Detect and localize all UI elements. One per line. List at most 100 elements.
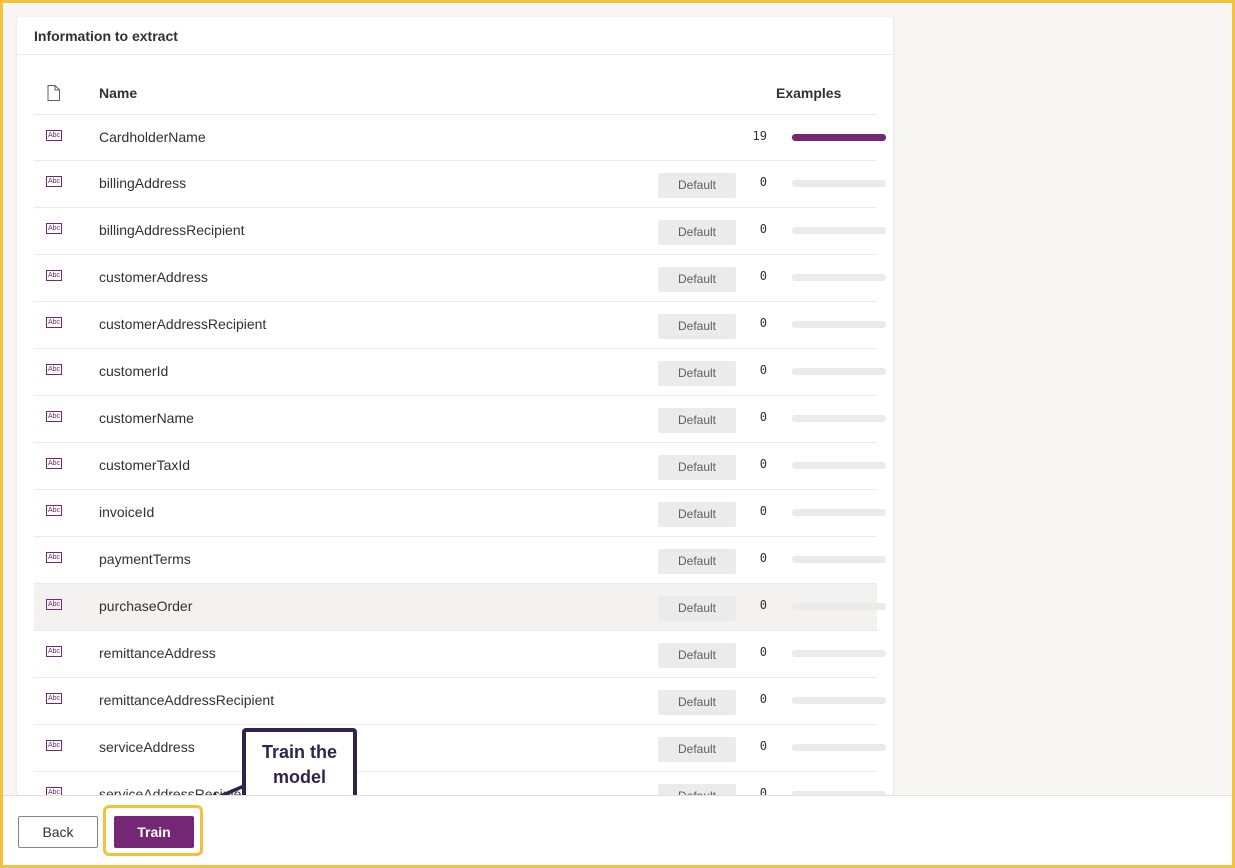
column-header-name[interactable]: Name [99,85,137,101]
examples-count: 0 [759,457,767,471]
examples-progress-bar [792,415,886,422]
text-field-icon: Abc [46,693,62,704]
table-row[interactable]: Abc customerTaxId Default 0 [34,443,886,490]
table-row[interactable]: Abc paymentTerms Default 0 [34,537,886,584]
text-field-icon: Abc [46,270,62,281]
examples-progress-bar [792,603,886,610]
examples-count: 0 [759,410,767,424]
examples-progress-bar [792,134,886,141]
default-badge: Default [658,173,736,198]
field-name: customerTaxId [99,457,191,473]
text-field-icon: Abc [46,646,62,657]
callout-line-2: model [272,767,326,787]
examples-count: 0 [759,504,767,518]
field-name: paymentTerms [99,551,191,567]
examples-count: 0 [759,316,767,330]
table-row[interactable]: Abc remittanceAddressRecipient Default 0 [34,678,886,725]
back-button[interactable]: Back [18,816,98,848]
table-row[interactable]: Abc serviceAddress Default 0 [34,725,886,772]
text-field-icon: Abc [46,130,62,141]
table-row[interactable]: Abc customerName Default 0 [34,396,886,443]
text-field-icon: Abc [46,787,62,795]
train-button[interactable]: Train [114,816,194,848]
panel-title: Information to extract [17,17,893,55]
examples-count: 0 [759,222,767,236]
table-row[interactable]: AbcserviceAddressRecipientDefault0 [34,772,886,795]
examples-count: 0 [759,739,767,753]
table-row[interactable]: Abc customerId Default 0 [34,349,886,396]
document-icon [47,85,60,106]
text-field-icon: Abc [46,223,62,234]
examples-progress-bar [792,462,886,469]
examples-count: 0 [759,598,767,612]
default-badge: Default [658,643,736,668]
examples-count: 0 [759,175,767,189]
examples-progress-bar [792,650,886,657]
table-row[interactable]: Abc CardholderName 19 [34,115,886,161]
default-badge: Default [658,455,736,480]
text-field-icon: Abc [46,599,62,610]
fields-list: Abc CardholderName 19 Abc billingAddress Defa… [34,115,886,795]
text-field-icon: Abc [46,458,62,469]
examples-count: 0 [759,786,767,795]
table-row[interactable]: Abc invoiceId Default 0 [34,490,886,537]
examples-progress-bar [792,321,886,328]
train-callout: Train the model [242,728,357,804]
fields-table: Name Examples Abc CardholderName 19 Abc bill… [34,73,886,795]
field-name: CardholderName [99,129,206,145]
table-row[interactable]: Abc remittanceAddress Default 0 [34,631,886,678]
field-name: purchaseOrder [99,598,193,614]
default-badge: Default [658,220,736,245]
field-name: customerId [99,363,169,379]
text-field-icon: Abc [46,364,62,375]
field-name: remittanceAddress [99,645,216,661]
examples-count: 0 [759,269,767,283]
information-to-extract-panel: Information to extract Name Examples Abc… [17,17,893,795]
field-name: serviceAddress [99,739,195,755]
text-field-icon: Abc [46,505,62,516]
default-badge: Default [658,408,736,433]
field-name: remittanceAddressRecipient [99,692,275,708]
field-name: customerName [99,410,194,426]
text-field-icon: Abc [46,411,62,422]
examples-progress-bar [792,368,886,375]
examples-count: 0 [759,645,767,659]
table-row[interactable]: Abc billingAddress Default 0 [34,161,886,208]
default-badge: Default [658,690,736,715]
field-name: billingAddress [99,175,187,191]
field-name: customerAddressRecipient [99,316,267,332]
examples-progress-bar [792,697,886,704]
examples-progress-bar [792,227,886,234]
field-name: invoiceId [99,504,155,520]
examples-progress-bar [792,556,886,563]
text-field-icon: Abc [46,176,62,187]
examples-progress-bar [792,509,886,516]
examples-progress-bar [792,180,886,187]
text-field-icon: Abc [46,740,62,751]
examples-count: 0 [759,692,767,706]
field-name: customerAddress [99,269,208,285]
examples-count: 0 [759,551,767,565]
default-badge: Default [658,737,736,762]
default-badge: Default [658,502,736,527]
field-name: billingAddressRecipient [99,222,245,238]
examples-progress-fill [792,134,886,141]
column-header-examples[interactable]: Examples [776,85,841,101]
default-badge: Default [658,361,736,386]
table-row[interactable]: Abc billingAddressRecipient Default 0 [34,208,886,255]
examples-count: 0 [759,363,767,377]
default-badge: Default [658,267,736,292]
examples-progress-bar [792,744,886,751]
table-row[interactable]: Abc customerAddress Default 0 [34,255,886,302]
default-badge: Default [658,549,736,574]
table-header: Name Examples [34,73,877,115]
text-field-icon: Abc [46,552,62,563]
examples-count: 19 [752,129,767,143]
default-badge: Default [658,784,736,795]
table-row[interactable]: Abc customerAddressRecipient Default 0 [34,302,886,349]
footer-bar: Back Train [3,795,1232,865]
examples-progress-bar [792,274,886,281]
table-row[interactable]: Abc purchaseOrder Default 0 [34,584,886,631]
default-badge: Default [658,314,736,339]
text-field-icon: Abc [46,317,62,328]
